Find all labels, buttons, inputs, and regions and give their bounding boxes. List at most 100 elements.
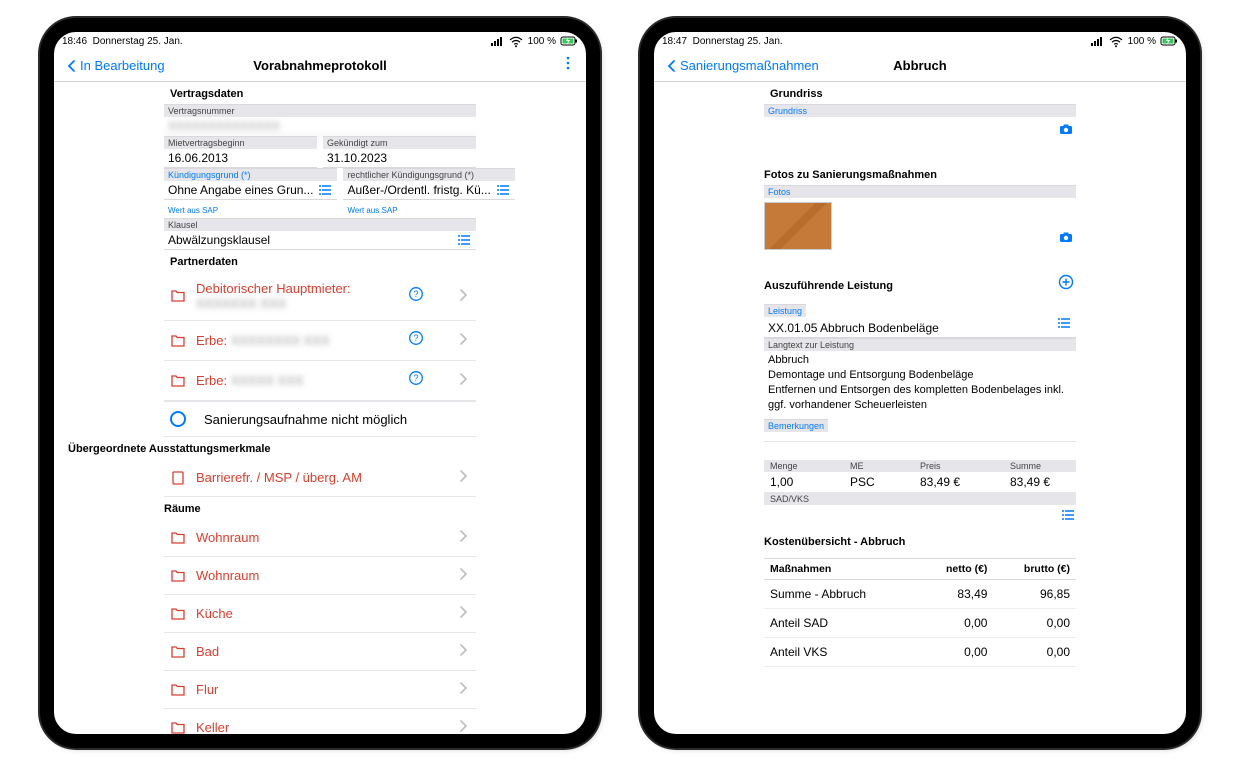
label-grundriss: Grundriss xyxy=(764,104,1076,117)
chevron-right-icon xyxy=(456,566,470,585)
label-fotos: Fotos xyxy=(764,185,1076,198)
nav-bar: In Bearbeitung Vorabnahmeprotokoll xyxy=(54,50,586,82)
cost-netto: 0,00 xyxy=(918,609,994,638)
section-kostenuebersicht: Kostenübersicht - Abbruch xyxy=(764,530,1076,552)
label-menge: Menge xyxy=(764,460,844,472)
label-mietbeginn: Mietvertragsbeginn xyxy=(164,136,317,149)
list-icon[interactable] xyxy=(1062,507,1076,528)
room-label: Keller xyxy=(196,720,446,734)
back-button[interactable]: Sanierungsmaßnahmen xyxy=(664,58,819,74)
side-tab-version: Testversion xyxy=(640,372,654,434)
document-icon xyxy=(170,470,186,486)
cost-label: Summe - Abbruch xyxy=(764,580,918,609)
signal-icon xyxy=(1090,34,1104,48)
label-sadvks: SAD/VKS xyxy=(764,493,1076,505)
back-label: Sanierungsmaßnahmen xyxy=(680,58,819,73)
room-row[interactable]: Keller xyxy=(164,709,476,734)
photo-thumbnail[interactable] xyxy=(764,202,832,250)
status-battery: 100 % xyxy=(528,36,556,47)
folder-icon xyxy=(170,288,186,304)
status-date: Donnerstag 25. Jan. xyxy=(93,36,183,47)
label-me: ME xyxy=(844,460,914,472)
th-massnahmen: Maßnahmen xyxy=(764,559,918,580)
section-partnerdaten: Partnerdaten xyxy=(164,250,476,272)
value-klausel[interactable]: Abwälzungsklausel xyxy=(164,231,476,250)
section-grundriss: Grundriss xyxy=(764,82,1076,104)
qty-header: Menge ME Preis Summe xyxy=(764,460,1076,472)
room-row[interactable]: Wohnraum xyxy=(164,557,476,595)
chevron-right-icon xyxy=(456,371,470,390)
value-langtext: AbbruchDemontage und Entsorgung Bodenbel… xyxy=(764,351,1076,416)
folder-icon xyxy=(170,333,186,349)
room-row[interactable]: Wohnraum xyxy=(164,519,476,557)
label-leistung: Leistung xyxy=(764,304,806,317)
chevron-right-icon xyxy=(456,680,470,699)
room-row[interactable]: Bad xyxy=(164,633,476,671)
partner-row[interactable]: Debitorischer Hauptmieter: XXXXXXX XXX xyxy=(164,272,476,321)
row-barrierefrei[interactable]: Barrierefr. / MSP / überg. AM xyxy=(164,459,476,497)
wifi-icon xyxy=(508,34,524,48)
status-date: Donnerstag 25. Jan. xyxy=(693,36,783,47)
radio-icon[interactable] xyxy=(170,411,186,427)
label-klausel: Klausel xyxy=(164,218,476,231)
list-icon[interactable] xyxy=(458,232,472,253)
section-vertragsdaten: Vertragsdaten xyxy=(164,82,476,104)
camera-button[interactable] xyxy=(1058,229,1076,250)
folder-icon xyxy=(170,606,186,622)
hint-recht-kgrund: Wert aus SAP xyxy=(343,205,401,216)
help-icon[interactable] xyxy=(408,330,424,351)
value-recht-kgrund[interactable]: Außer-/Ordentl. fristg. Kü... xyxy=(343,181,514,200)
label-langtext: Langtext zur Leistung xyxy=(764,338,1076,351)
signal-icon xyxy=(490,34,504,48)
room-label: Flur xyxy=(196,682,446,697)
row-sanierung-nicht-moeglich[interactable]: Sanierungsaufnahme nicht möglich xyxy=(164,401,476,437)
list-icon[interactable] xyxy=(1058,315,1072,336)
cost-row: Anteil SAD0,000,00 xyxy=(764,609,1076,638)
battery-icon xyxy=(1160,33,1178,49)
room-row[interactable]: Flur xyxy=(164,671,476,709)
value-me: PSC xyxy=(844,472,914,493)
room-row[interactable]: Küche xyxy=(164,595,476,633)
section-leistung: Auszuführende Leistung xyxy=(764,280,893,292)
cost-netto: 83,49 xyxy=(918,580,994,609)
status-time: 18:47 xyxy=(662,36,687,47)
room-label: Wohnraum xyxy=(196,568,446,583)
status-bar: 18:47 Donnerstag 25. Jan. 100 % xyxy=(654,32,1186,50)
value-leistung[interactable]: XX.01.05 Abbruch Bodenbeläge xyxy=(764,319,1076,338)
partner-label: Erbe: XXXXX XXX xyxy=(196,373,398,388)
help-icon[interactable] xyxy=(408,286,424,307)
label-vertragsnummer: Vertragsnummer xyxy=(164,104,476,117)
value-menge[interactable]: 1,00 xyxy=(764,472,844,493)
partner-row[interactable]: Erbe: XXXXX XXX xyxy=(164,361,476,401)
room-label: Wohnraum xyxy=(196,530,446,545)
label-preis: Preis xyxy=(914,460,1004,472)
label-bemerkungen: Bemerkungen xyxy=(764,419,828,432)
list-icon[interactable] xyxy=(497,182,511,203)
value-vertragsnummer: XXXXXXXXXXXXXX xyxy=(164,117,476,136)
cost-row: Anteil VKS0,000,00 xyxy=(764,638,1076,667)
camera-button[interactable] xyxy=(764,117,1076,145)
status-bar: 18:46 Donnerstag 25. Jan. 100 % xyxy=(54,32,586,50)
label-recht-kgrund: rechtlicher Kündigungsgrund (*) xyxy=(343,168,514,181)
back-button[interactable]: In Bearbeitung xyxy=(64,58,165,74)
tablet-right: Testversion 18:47 Donnerstag 25. Jan. 10… xyxy=(640,18,1200,748)
folder-icon xyxy=(170,644,186,660)
more-menu-button[interactable] xyxy=(560,55,576,76)
add-button[interactable] xyxy=(1058,274,1076,297)
room-list: Wohnraum Wohnraum KücheBad Flur Keller xyxy=(164,519,476,734)
cost-brutto: 0,00 xyxy=(993,638,1076,667)
list-icon[interactable] xyxy=(319,182,333,203)
value-kuendigungsgrund[interactable]: Ohne Angabe eines Grun... xyxy=(164,181,337,200)
hint-kuendigungsgrund: Wert aus SAP xyxy=(164,205,222,216)
partner-label: Debitorischer Hauptmieter: XXXXXXX XXX xyxy=(196,281,398,311)
cost-brutto: 96,85 xyxy=(993,580,1076,609)
cost-table: Maßnahmen netto (€) brutto (€) Summe - A… xyxy=(764,558,1076,667)
cost-label: Anteil VKS xyxy=(764,638,918,667)
label-summe: Summe xyxy=(1004,460,1076,472)
help-icon[interactable] xyxy=(408,370,424,391)
cost-row: Summe - Abbruch83,4996,85 xyxy=(764,580,1076,609)
battery-icon xyxy=(560,33,578,49)
partner-row[interactable]: Erbe: XXXXXXXX XXX xyxy=(164,321,476,361)
cost-netto: 0,00 xyxy=(918,638,994,667)
chevron-right-icon xyxy=(456,528,470,547)
